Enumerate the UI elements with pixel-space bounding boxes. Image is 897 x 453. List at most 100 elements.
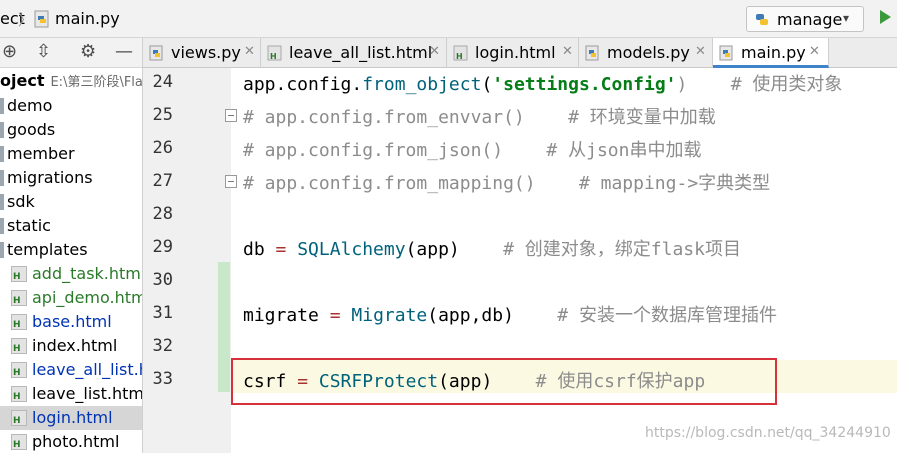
run-icon[interactable]: [880, 10, 891, 24]
tree-folder-demo[interactable]: demo: [0, 94, 142, 118]
project-root-path: E:\第三阶段\Fla: [50, 75, 142, 90]
folder-icon: [0, 194, 4, 210]
close-icon[interactable]: ✕: [695, 44, 706, 59]
folder-icon: [0, 242, 4, 258]
tree-file-label: leave_list.html: [32, 384, 142, 403]
tree-folder-label: goods: [7, 120, 56, 139]
code-token: Migrate: [351, 305, 428, 326]
tree-file-label: add_task.html: [32, 264, 142, 283]
code-token: # 安装一个数据库管理插件: [557, 305, 777, 326]
html-file-icon: [11, 386, 27, 402]
code-line: db = SQLAlchemy(app) # 创建对象，绑定flask项目: [243, 235, 741, 261]
tree-folder-member[interactable]: member: [0, 142, 142, 166]
tab-leave-all-list-html[interactable]: H leave_all_list.html ✕: [261, 38, 447, 68]
code-token: (: [481, 74, 493, 95]
run-configuration-dropdown[interactable]: manage ▾: [746, 6, 864, 32]
folder-icon: [0, 122, 4, 138]
project-root[interactable]: oject E:\第三阶段\Fla: [0, 71, 142, 93]
tree-file-label: index.html: [32, 336, 118, 355]
chevron-down-icon: ▾: [843, 11, 850, 25]
svg-text:H: H: [270, 52, 277, 61]
collapse-all-icon[interactable]: ⇳: [36, 42, 51, 62]
annotation-highlight-box: [231, 358, 777, 405]
navigation-bar: ect 〉 main.py manage ▾: [0, 0, 897, 38]
tree-folder-migrations[interactable]: migrations: [0, 166, 142, 190]
project-root-name: oject: [0, 71, 45, 90]
line-number: 33: [152, 369, 173, 389]
tree-folder-label: templates: [7, 240, 88, 259]
code-token: 'settings.Config': [492, 74, 677, 95]
locate-icon[interactable]: ⊕: [2, 42, 17, 62]
tab-models-py[interactable]: models.py ✕: [579, 38, 713, 68]
tree-file-api-demo[interactable]: api_demo.html: [0, 286, 142, 310]
line-number: 25: [152, 105, 173, 125]
code-token: app.config.: [243, 74, 363, 95]
tab-label: models.py: [607, 43, 690, 62]
hide-icon[interactable]: —: [115, 42, 133, 62]
tree-file-label: api_demo.html: [32, 288, 142, 307]
python-icon: [753, 11, 771, 33]
line-number: 30: [152, 270, 173, 290]
line-number: 26: [152, 138, 173, 158]
project-toolbar: ⊕ ⇳ ⚙ —: [0, 38, 142, 68]
tree-file-index[interactable]: index.html: [0, 334, 142, 358]
tree-folder-label: static: [7, 216, 51, 235]
tree-file-leave-list[interactable]: leave_list.html: [0, 382, 142, 406]
tab-label: main.py: [741, 43, 806, 62]
breadcrumb-file[interactable]: main.py: [55, 9, 120, 28]
html-file-icon: [11, 266, 27, 282]
tree-file-label: leave_all_list.html: [32, 360, 142, 379]
tree-file-base[interactable]: base.html: [0, 310, 142, 334]
tree-file-add-task[interactable]: add_task.html: [0, 262, 142, 286]
tree-file-label: login.html: [32, 408, 113, 427]
breadcrumb-separator-icon: 〉: [18, 11, 34, 29]
html-file-icon: [11, 410, 27, 426]
close-icon[interactable]: ✕: [244, 44, 255, 59]
tab-login-html[interactable]: H login.html ✕: [447, 38, 579, 68]
gear-icon[interactable]: ⚙: [80, 42, 96, 62]
python-file-icon: [149, 45, 165, 61]
code-token: (app): [405, 239, 504, 260]
code-token: =: [275, 239, 287, 260]
code-token: # app.config.from_json() # 从json串中加载: [243, 140, 702, 161]
tree-folder-templates[interactable]: templates: [0, 238, 142, 262]
tree-file-photo[interactable]: photo.html: [0, 430, 142, 453]
tree-file-login[interactable]: login.html: [0, 406, 142, 430]
html-file-icon: [11, 362, 27, 378]
code-token: SQLAlchemy: [297, 239, 406, 260]
tab-label: leave_all_list.html: [289, 43, 433, 62]
run-configuration-label: manage: [777, 10, 843, 29]
python-file-icon: [719, 45, 735, 61]
project-panel: ⊕ ⇳ ⚙ — oject E:\第三阶段\Fla demo goods memb…: [0, 38, 143, 453]
tree-folder-label: demo: [7, 96, 53, 115]
folder-icon: [0, 170, 4, 186]
tab-main-py[interactable]: main.py ✕: [713, 38, 829, 68]
line-number: 29: [152, 237, 173, 257]
tree-folder-sdk[interactable]: sdk: [0, 190, 142, 214]
html-file-icon: [11, 338, 27, 354]
line-number: 27: [152, 171, 173, 191]
code-token: # 创建对象，绑定flask项目: [503, 239, 741, 260]
code-token: db: [243, 239, 276, 260]
tree-file-label: base.html: [32, 312, 112, 331]
line-number: 24: [152, 72, 173, 92]
close-icon[interactable]: ✕: [809, 44, 820, 59]
html-file-icon: H: [453, 45, 469, 61]
vcs-change-marker[interactable]: [218, 262, 230, 392]
close-icon[interactable]: ✕: [562, 44, 573, 59]
close-icon[interactable]: ✕: [429, 44, 440, 59]
tree-folder-label: sdk: [7, 192, 35, 211]
code-line: app.config.from_object('settings.Config'…: [243, 70, 842, 96]
line-number-gutter: 24 25 26 27 28 29 30 31 32 33: [143, 68, 231, 453]
tab-views-py[interactable]: views.py ✕: [143, 38, 261, 68]
line-number: 31: [152, 303, 173, 323]
folder-icon: [0, 98, 4, 114]
tree-folder-static[interactable]: static: [0, 214, 142, 238]
tree-folder-goods[interactable]: goods: [0, 118, 142, 142]
code-token: migrate: [243, 305, 330, 326]
tree-file-leave-all-list[interactable]: leave_all_list.html: [0, 358, 142, 382]
folder-icon: [0, 146, 4, 162]
tree-folder-label: member: [7, 144, 75, 163]
html-file-icon: [11, 314, 27, 330]
